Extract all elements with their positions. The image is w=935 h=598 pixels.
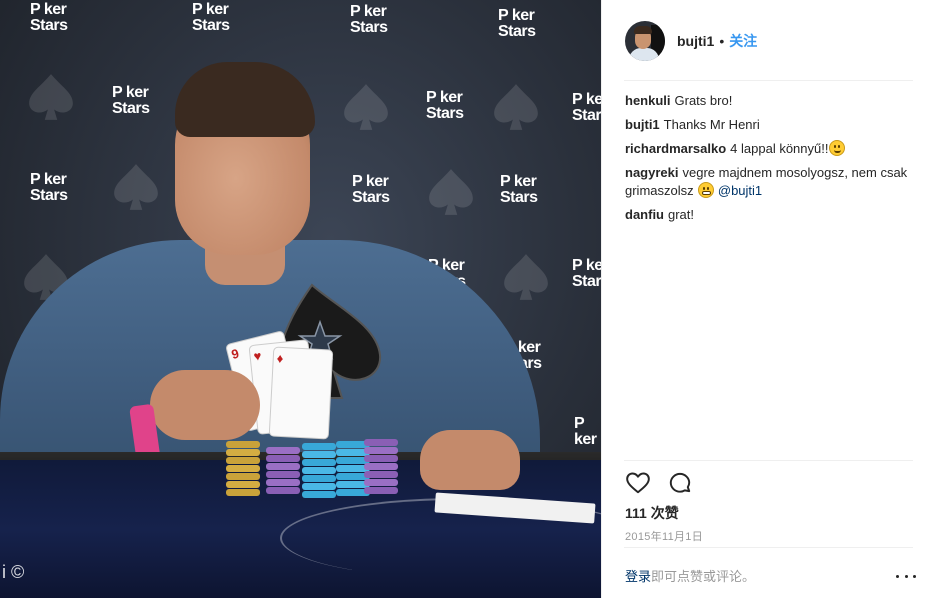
login-prompt-text: 即可点赞或评论。 — [651, 569, 756, 584]
chip-stack — [302, 442, 336, 498]
divider — [624, 547, 913, 548]
divider — [624, 460, 913, 461]
divider — [624, 80, 913, 81]
spade-icon — [114, 164, 158, 210]
comment-item: bujti1 Thanks Mr Henri — [625, 116, 915, 134]
backdrop-logo: P kerStars — [352, 173, 390, 206]
backdrop-logo: P kerStars — [30, 1, 68, 34]
backdrop-logo: P kerStars — [500, 173, 538, 206]
person-hair — [175, 62, 315, 137]
backdrop-logo: P kerStars — [350, 3, 388, 36]
post-photo[interactable]: P ker Stars P ker Stars P ker Stars P ker St… — [0, 0, 601, 598]
post-sidebar: bujti1 • 关注 henkuli Grats bro! bujti1 Than… — [601, 0, 935, 598]
comment-text: Grats bro! — [674, 93, 733, 108]
spade-icon — [429, 169, 473, 215]
action-bar — [625, 470, 693, 496]
author-username[interactable]: bujti1 — [677, 33, 714, 49]
comment-item: henkuli Grats bro! — [625, 92, 915, 110]
login-link[interactable]: 登录 — [625, 569, 651, 584]
comment-username[interactable]: richardmarsalko — [625, 141, 726, 156]
spade-icon — [29, 74, 73, 120]
spade-icon — [504, 254, 548, 300]
post-date[interactable]: 2015年11月1日 — [625, 528, 703, 544]
comment-item: richardmarsalko 4 lappal könnyű!! — [625, 140, 915, 158]
comment-icon[interactable] — [667, 470, 693, 496]
separator-dot: • — [719, 32, 725, 49]
comment-username[interactable]: bujti1 — [625, 117, 660, 132]
follow-button[interactable]: 关注 — [729, 31, 757, 51]
more-options-icon[interactable] — [896, 566, 916, 586]
person-hand-right — [420, 430, 520, 490]
smiley-emoji-icon — [829, 140, 846, 156]
login-prompt: 登录即可点赞或评论。 — [625, 566, 755, 585]
comment-item: danfiu grat! — [625, 206, 915, 224]
person-hand-left — [150, 370, 260, 440]
comment-text: 4 lappal könnyű!! — [730, 141, 829, 156]
comment-username[interactable]: henkuli — [625, 93, 671, 108]
backdrop-logo: P kerStars — [112, 84, 150, 117]
photo-watermark: i © — [2, 562, 25, 582]
chip-stack — [266, 446, 300, 494]
comment-text: Thanks Mr Henri — [663, 117, 760, 132]
comment-item: nagyreki vegre majdnem mosolyogsz, nem cs… — [625, 164, 915, 200]
mention-link[interactable]: @bujti1 — [718, 183, 762, 198]
avatar[interactable] — [625, 20, 665, 61]
spade-icon — [344, 84, 388, 130]
comment-username[interactable]: danfiu — [625, 207, 664, 222]
comment-username[interactable]: nagyreki — [625, 165, 678, 180]
chip-stack — [364, 438, 398, 494]
spade-icon — [494, 84, 538, 130]
post-header: bujti1 • 关注 — [602, 0, 935, 81]
comment-text: grat! — [668, 207, 695, 222]
backdrop-logo: P kerStars — [192, 1, 230, 34]
chip-stack — [226, 440, 260, 496]
heart-icon[interactable] — [625, 470, 651, 496]
backdrop-logo: P kerStars — [426, 89, 464, 122]
backdrop-logo: P kerStars — [572, 91, 601, 124]
backdrop-logo: P kerStars — [498, 7, 536, 40]
grimace-emoji-icon — [698, 182, 715, 198]
likes-count[interactable]: 111 次赞 — [625, 503, 679, 523]
backdrop-logo: P kerStars — [572, 257, 601, 290]
backdrop-logo: P kerStars — [30, 171, 68, 204]
backdrop-logo: P ker — [574, 415, 597, 448]
playing-card: ♦ — [268, 346, 334, 440]
comments-list: henkuli Grats bro! bujti1 Thanks Mr Henri … — [625, 92, 915, 230]
